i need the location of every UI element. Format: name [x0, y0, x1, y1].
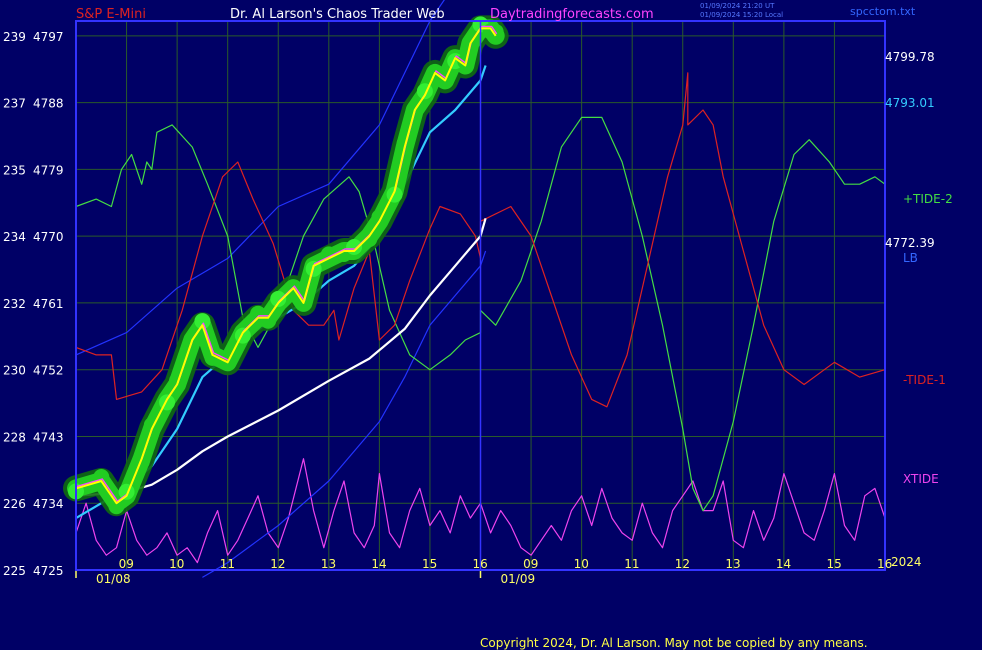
x-hour-tick-label: 10 — [169, 557, 184, 571]
right-label-tide1: -TIDE-1 — [903, 373, 946, 387]
y-index-tick-label: 239 — [3, 30, 26, 44]
series-price-glow-outer — [63, 15, 509, 517]
x-hour-tick-label: 09 — [119, 557, 134, 571]
x-hour-tick-label: 14 — [371, 557, 386, 571]
y-index-tick-label: 230 — [3, 364, 26, 378]
x-hour-tick-label: 11 — [220, 557, 235, 571]
price-glow-blob — [159, 394, 176, 411]
y-price-tick-label: 4797 — [33, 30, 64, 44]
timestamp-ut: 01/09/2024 21:20 UT — [700, 2, 775, 10]
right-label-tide2: +TIDE-2 — [903, 192, 953, 206]
x-hour-tick-label: 16 — [877, 557, 892, 571]
timestamp-local: 01/09/2024 15:20 Local — [700, 11, 783, 19]
y-price-tick-label: 4734 — [33, 497, 64, 511]
series-layer — [63, 0, 886, 578]
x-date-label: 01/09 — [501, 572, 536, 586]
price-glow-blob — [361, 231, 378, 248]
right-label-last-price: 4799.78 — [885, 50, 935, 64]
x-hour-tick-label: 10 — [574, 557, 589, 571]
y-price-tick-label: 4779 — [33, 163, 64, 177]
y-index-tick-label: 234 — [3, 230, 26, 244]
site-title: Dr. Al Larson's Chaos Trader Web — [230, 7, 445, 22]
x-hour-tick-label: 09 — [523, 557, 538, 571]
y-price-tick-label: 4743 — [33, 430, 64, 444]
site-url: Daytradingforecasts.com — [490, 7, 654, 22]
y-price-tick-label: 4761 — [33, 297, 64, 311]
y-index-tick-label: 228 — [3, 430, 26, 444]
y-index-tick-label: 232 — [3, 297, 26, 311]
x-hour-tick-label: 14 — [776, 557, 791, 571]
y-price-tick-label: 4725 — [33, 564, 64, 578]
instrument-label: S&P E-Mini — [76, 7, 146, 22]
price-glow-blob — [118, 483, 135, 500]
chart-canvas: 239 4797 237 4788 235 4779 234 4770 232 4761 230 47… — [3, 0, 953, 650]
y-price-tick-label: 4752 — [33, 364, 64, 378]
right-label-level-1: 4793.01 — [885, 96, 935, 110]
x-hour-tick-label: 12 — [675, 557, 690, 571]
y-price-tick-label: 4770 — [33, 230, 64, 244]
price-glow-blob — [346, 238, 363, 255]
y-index-tick-label: 225 — [3, 564, 26, 578]
right-label-lb: LB — [903, 251, 918, 265]
copyright-text: Copyright 2024, Dr. Al Larson. May not b… — [480, 636, 868, 650]
y-price-tick-label: 4788 — [33, 97, 64, 111]
right-label-xtide: XTIDE — [903, 472, 939, 486]
x-hour-tick-label: 13 — [321, 557, 336, 571]
x-hour-tick-label: 16 — [473, 557, 488, 571]
x-hour-tick-label: 11 — [624, 557, 639, 571]
price-glow-blob — [234, 327, 251, 344]
right-label-level-2: 4772.39 — [885, 236, 935, 250]
x-hour-tick-label: 12 — [270, 557, 285, 571]
y-index-tick-label: 237 — [3, 97, 26, 111]
x-hour-tick-label: 15 — [422, 557, 437, 571]
y-index-tick-label: 235 — [3, 163, 26, 177]
year-label: 2024 — [891, 555, 922, 569]
file-name: spcctom.txt — [850, 5, 916, 18]
x-date-label: 01/08 — [96, 572, 131, 586]
y-index-tick-label: 226 — [3, 497, 26, 511]
series-lower-channel — [202, 250, 487, 578]
x-hour-tick-label: 13 — [725, 557, 740, 571]
x-hour-tick-label: 15 — [826, 557, 841, 571]
